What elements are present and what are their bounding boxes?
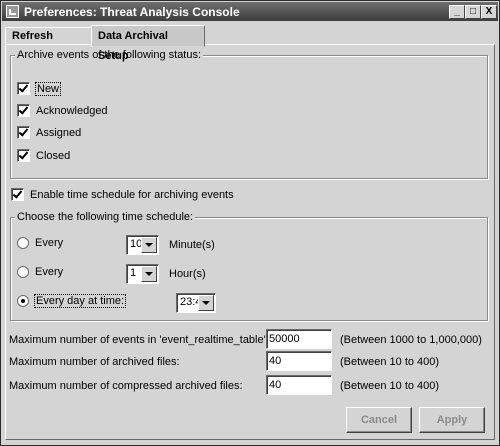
hours-value: 1: [130, 267, 137, 279]
minutes-select[interactable]: 10: [126, 235, 159, 255]
max-archived-range: (Between 10 to 400): [340, 356, 440, 368]
status-acknowledged-label: Acknowledged: [36, 104, 108, 117]
enable-schedule-row[interactable]: Enable time schedule for archiving event…: [11, 188, 234, 201]
status-new-row[interactable]: New: [17, 81, 62, 96]
app-icon: [6, 5, 19, 18]
max-events-range: (Between 1000 to 1,000,000): [340, 334, 482, 346]
window-title: Preferences: Threat Analysis Console: [24, 5, 240, 19]
status-acknowledged-row[interactable]: Acknowledged: [17, 104, 108, 117]
chevron-down-icon[interactable]: [198, 295, 214, 311]
schedule-minutes-label: Every: [35, 237, 64, 249]
enable-schedule-label: Enable time schedule for archiving event…: [30, 188, 234, 201]
minutes-unit-label: Minute(s): [169, 239, 215, 251]
chevron-down-icon[interactable]: [141, 237, 157, 253]
status-assigned-checkbox[interactable]: [17, 126, 30, 139]
tab-data-archival-setup[interactable]: Data Archival Setup: [91, 25, 205, 62]
schedule-hours-label: Every: [35, 266, 64, 278]
daily-time-select[interactable]: 23:45: [176, 293, 216, 313]
time-schedule-group: Choose the following time schedule: Ever…: [10, 211, 488, 321]
status-assigned-label: Assigned: [36, 126, 82, 139]
preferences-window: Preferences: Threat Analysis Console _ □…: [0, 0, 500, 446]
schedule-minutes-row[interactable]: Every: [17, 237, 63, 249]
schedule-daily-label: Every day at time:: [33, 294, 127, 308]
status-assigned-row[interactable]: Assigned: [17, 126, 81, 139]
status-closed-row[interactable]: Closed: [17, 149, 70, 162]
status-closed-checkbox[interactable]: [17, 149, 30, 162]
status-new-checkbox[interactable]: [17, 82, 30, 95]
schedule-minutes-radio[interactable]: [17, 237, 29, 249]
maximize-button[interactable]: □: [465, 5, 481, 19]
enable-schedule-checkbox[interactable]: [11, 188, 24, 201]
cancel-button[interactable]: Cancel: [346, 407, 412, 433]
status-closed-label: Closed: [36, 149, 71, 162]
close-button[interactable]: X: [481, 5, 497, 19]
title-bar: Preferences: Threat Analysis Console _ □…: [2, 2, 498, 21]
hours-select[interactable]: 1: [126, 264, 159, 284]
max-archived-label: Maximum number of archived files:: [9, 356, 180, 368]
status-acknowledged-checkbox[interactable]: [17, 104, 30, 117]
max-events-field[interactable]: [266, 329, 332, 349]
max-events-label: Maximum number of events in 'event_realt…: [9, 334, 269, 346]
minimize-button[interactable]: _: [449, 5, 465, 19]
schedule-daily-radio[interactable]: [17, 295, 29, 307]
status-new-label: New: [34, 81, 62, 96]
max-compressed-field[interactable]: [266, 375, 332, 395]
max-compressed-range: (Between 10 to 400): [340, 380, 440, 392]
max-compressed-label: Maximum number of compressed archived fi…: [9, 380, 243, 392]
tab-panel: Archive events of the following status: …: [5, 44, 495, 440]
archive-status-group: Archive events of the following status: …: [10, 49, 488, 179]
schedule-daily-row[interactable]: Every day at time:: [17, 294, 127, 308]
time-schedule-label: Choose the following time schedule:: [15, 211, 196, 223]
hours-unit-label: Hour(s): [169, 268, 206, 280]
apply-button[interactable]: Apply: [419, 407, 485, 433]
chevron-down-icon[interactable]: [141, 266, 157, 282]
schedule-hours-row[interactable]: Every: [17, 266, 63, 278]
schedule-hours-radio[interactable]: [17, 266, 29, 278]
max-archived-field[interactable]: [266, 351, 332, 371]
